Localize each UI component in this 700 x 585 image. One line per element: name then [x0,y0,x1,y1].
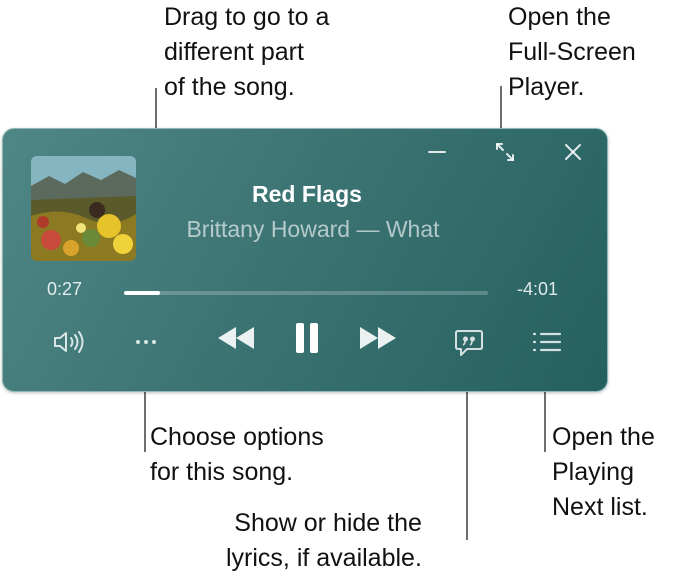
backward-icon [218,327,254,349]
minimize-button[interactable] [423,138,451,166]
callout-options: Choose options for this song. [150,423,324,486]
close-icon [565,144,581,160]
minimize-icon [428,151,446,153]
forward-icon [360,327,396,349]
callout-playing-next: Open the Playing Next list. [552,423,655,521]
list-icon [532,332,562,352]
mini-player: Red Flags Brittany Howard — What 0:27 -4… [2,128,608,392]
elapsed-time: 0:27 [47,279,83,299]
next-button[interactable] [357,323,399,353]
song-artist-album: Brittany Howard — What [186,216,440,242]
progress-fill [124,291,161,295]
callout-fullscreen: Open the Full-Screen Player. [508,3,636,101]
lyrics-button[interactable] [453,327,485,359]
song-title: Red Flags [252,181,362,207]
progress-slider[interactable] [124,291,488,295]
album-artwork[interactable] [31,156,136,261]
lyrics-quote-bubble-icon [455,330,483,356]
pause-icon [296,323,318,353]
ellipsis-icon [136,340,156,344]
fullscreen-button[interactable] [491,138,519,166]
volume-button[interactable] [51,327,89,357]
callout-scrub: Drag to go to a different part of the so… [164,3,330,101]
previous-button[interactable] [215,323,257,353]
pause-button[interactable] [292,320,322,356]
remaining-time: -4:01 [517,279,559,299]
expand-arrows-icon [496,143,514,161]
close-button[interactable] [559,138,587,166]
playing-next-button[interactable] [530,328,564,356]
speaker-volume-icon [54,331,84,353]
more-options-button[interactable] [131,332,161,352]
callout-lyrics: Show or hide the lyrics, if available. [226,509,422,572]
